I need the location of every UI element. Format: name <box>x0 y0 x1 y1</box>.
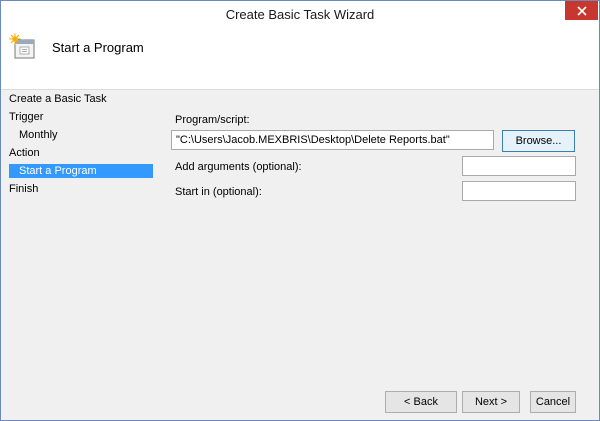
sidebar-item-create-basic-task[interactable]: Create a Basic Task <box>9 92 107 106</box>
program-script-input[interactable] <box>171 130 494 150</box>
back-button[interactable]: < Back <box>385 391 457 413</box>
task-scheduler-icon <box>9 33 35 59</box>
browse-button[interactable]: Browse... <box>502 130 575 152</box>
sidebar-item-finish[interactable]: Finish <box>9 182 38 196</box>
program-script-label: Program/script: <box>175 114 250 126</box>
add-arguments-label: Add arguments (optional): <box>175 161 302 173</box>
sidebar-item-monthly[interactable]: Monthly <box>19 128 58 142</box>
next-button[interactable]: Next > <box>462 391 520 413</box>
sidebar-item-start-a-program[interactable]: Start a Program <box>9 164 153 178</box>
cancel-button[interactable]: Cancel <box>530 391 576 413</box>
add-arguments-input[interactable] <box>462 156 576 176</box>
sidebar-item-trigger[interactable]: Trigger <box>9 110 43 124</box>
wizard-window: Create Basic Task Wizard Start a Program… <box>0 0 600 421</box>
start-in-label: Start in (optional): <box>175 186 262 198</box>
close-button[interactable] <box>565 1 598 20</box>
close-icon <box>576 5 587 16</box>
start-in-input[interactable] <box>462 181 576 201</box>
page-title: Start a Program <box>52 40 144 55</box>
wizard-header: Start a Program <box>1 30 599 90</box>
sidebar-item-action[interactable]: Action <box>9 146 40 160</box>
window-title: Create Basic Task Wizard <box>225 7 375 22</box>
title-bar: Create Basic Task Wizard <box>1 1 599 30</box>
